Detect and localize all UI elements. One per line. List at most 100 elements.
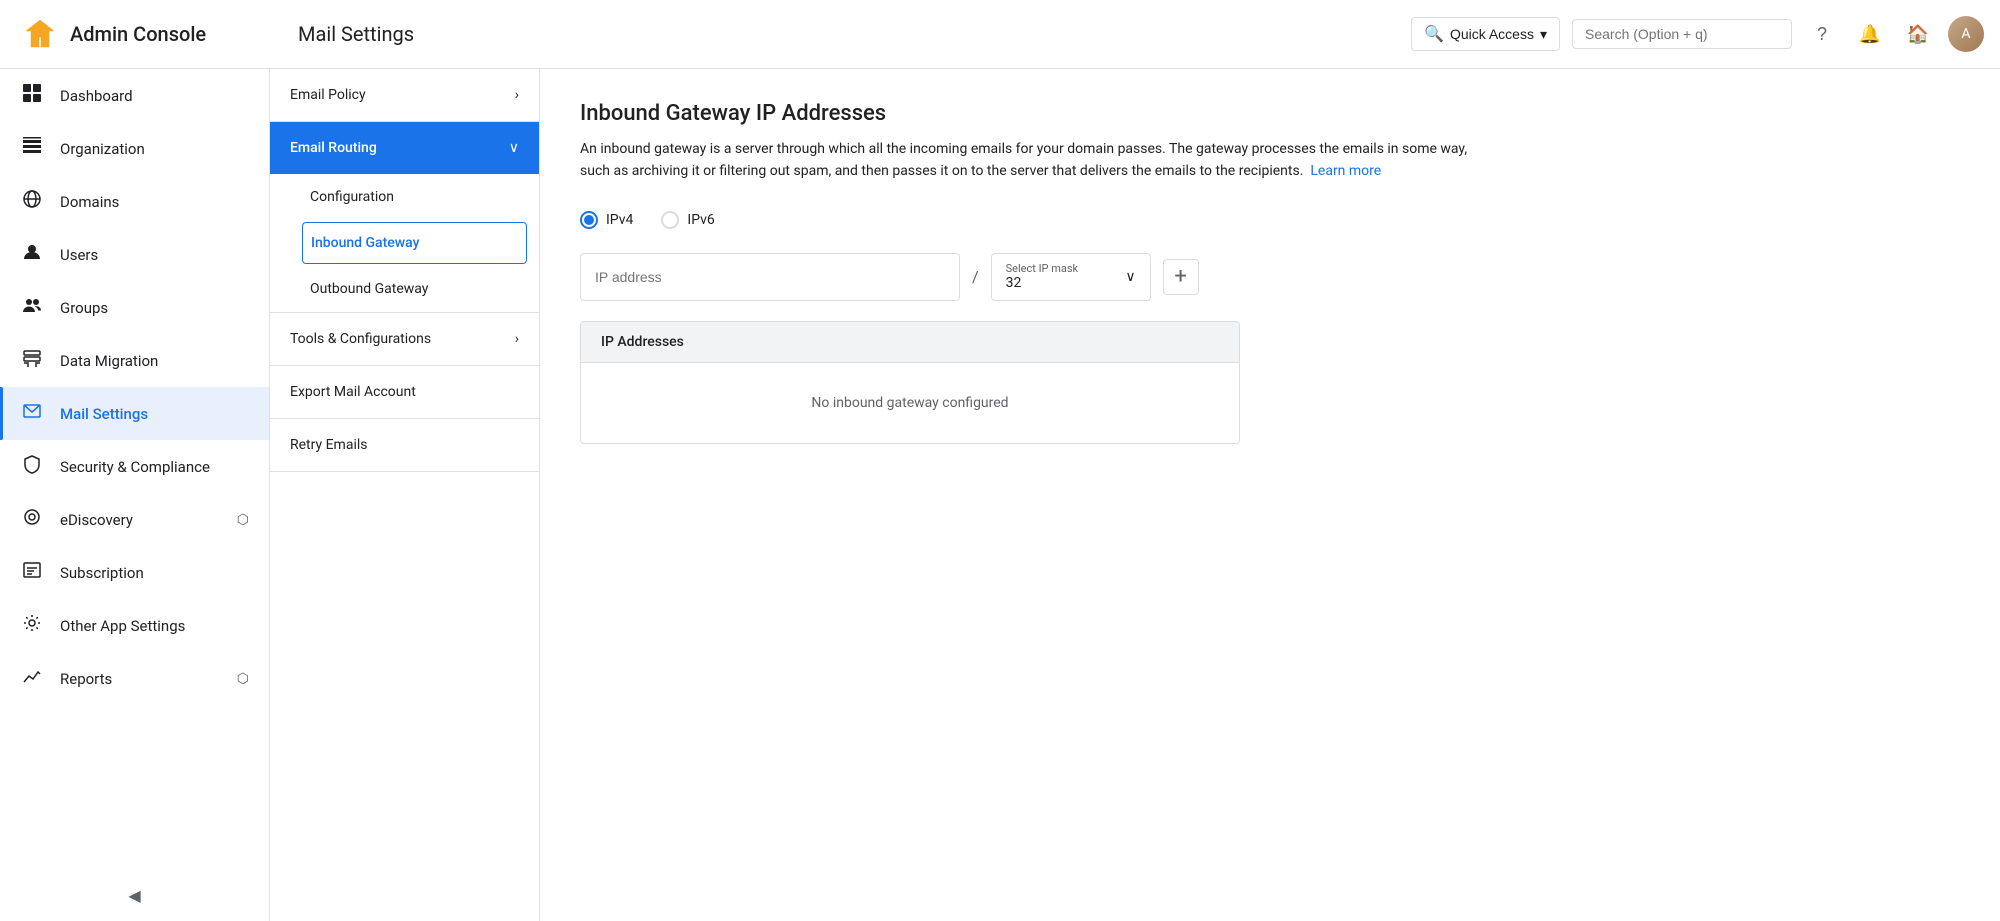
content-title: Inbound Gateway IP Addresses (580, 101, 1960, 126)
chevron-down-icon: ▾ (1540, 26, 1547, 43)
nav-item-retry-emails[interactable]: Retry Emails (270, 419, 539, 471)
nav-item-email-policy[interactable]: Email Policy › (270, 69, 539, 121)
configuration-label: Configuration (310, 189, 394, 205)
users-icon (20, 242, 44, 267)
ipv4-radio-dot (584, 215, 594, 225)
ip-address-input[interactable] (580, 253, 960, 301)
search-icon: 🔍 (1424, 24, 1444, 44)
page-title: Mail Settings (298, 22, 1399, 46)
plus-icon: + (1174, 264, 1186, 289)
external-link-icon: ⬡ (237, 671, 249, 687)
nav-section-email-routing: Email Routing ∨ Configuration Inbound Ga… (270, 122, 539, 313)
ip-mask-select-label: Select IP mask (1006, 262, 1079, 275)
ip-mask-dropdown[interactable]: Select IP mask 32 ∨ (991, 253, 1151, 301)
ipv4-radio-circle (580, 211, 598, 229)
avatar-initials: A (1961, 26, 1970, 42)
ip-mask-value: 32 (1006, 275, 1079, 291)
nav-sub-item-configuration[interactable]: Configuration (270, 174, 539, 220)
security-icon (20, 454, 44, 479)
help-button[interactable]: ? (1804, 16, 1840, 52)
ipv6-radio-option[interactable]: IPv6 (661, 211, 714, 229)
ip-mask-content: Select IP mask 32 (1006, 262, 1079, 291)
sidebar-item-reports[interactable]: Reports ⬡ (0, 652, 269, 705)
sidebar-item-label: Dashboard (60, 87, 249, 105)
second-nav: Email Policy › Email Routing ∨ Configura… (270, 69, 540, 921)
sidebar-item-label: Other App Settings (60, 617, 249, 635)
quick-access-button[interactable]: 🔍 Quick Access ▾ (1411, 17, 1560, 51)
sidebar-item-groups[interactable]: Groups (0, 281, 269, 334)
tools-configurations-label: Tools & Configurations (290, 331, 431, 347)
slash-separator: / (972, 267, 979, 286)
ipv6-label: IPv6 (687, 212, 714, 228)
home-button[interactable]: 🏠 (1900, 16, 1936, 52)
sidebar-item-data-migration[interactable]: Data Migration (0, 334, 269, 387)
reports-icon (20, 666, 44, 691)
domains-icon (20, 189, 44, 214)
chevron-right-icon: › (515, 331, 519, 347)
ip-input-row: / Select IP mask 32 ∨ + (580, 253, 1960, 301)
add-ip-button[interactable]: + (1163, 259, 1199, 295)
sidebar-item-subscription[interactable]: Subscription (0, 546, 269, 599)
nav-section-email-policy: Email Policy › (270, 69, 539, 122)
organization-icon (20, 136, 44, 161)
sidebar-item-label: Mail Settings (60, 405, 249, 423)
sidebar-item-label: Security & Compliance (60, 458, 249, 476)
external-link-icon: ⬡ (237, 512, 249, 528)
chevron-down-icon: ∨ (1125, 269, 1135, 285)
outbound-gateway-label: Outbound Gateway (310, 281, 428, 297)
other-settings-icon (20, 613, 44, 638)
ip-version-radio-group: IPv4 IPv6 (580, 211, 1960, 229)
sidebar-item-label: Subscription (60, 564, 249, 582)
learn-more-link[interactable]: Learn more (1310, 163, 1381, 179)
nav-section-export-mail-account: Export Mail Account (270, 366, 539, 419)
sidebar-collapse-button[interactable]: ◀ (0, 870, 269, 921)
groups-icon (20, 295, 44, 320)
notifications-button[interactable]: 🔔 (1852, 16, 1888, 52)
email-routing-label: Email Routing (290, 140, 377, 156)
sidebar-item-label: Organization (60, 140, 249, 158)
ediscovery-icon (20, 507, 44, 532)
header: Admin Console Mail Settings 🔍 Quick Acce… (0, 0, 2000, 69)
sidebar-item-domains[interactable]: Domains (0, 175, 269, 228)
ipv6-radio-circle (661, 211, 679, 229)
sidebar-item-security-compliance[interactable]: Security & Compliance (0, 440, 269, 493)
data-migration-icon (20, 348, 44, 373)
nav-sub-item-inbound-gateway[interactable]: Inbound Gateway (302, 222, 527, 264)
header-actions: 🔍 Quick Access ▾ ? 🔔 🏠 A (1411, 16, 1984, 52)
email-policy-label: Email Policy (290, 87, 366, 103)
subscription-icon (20, 560, 44, 585)
sidebar-item-organization[interactable]: Organization (0, 122, 269, 175)
sidebar-item-users[interactable]: Users (0, 228, 269, 281)
admin-logo-icon (20, 14, 60, 54)
sidebar-item-label: Data Migration (60, 352, 249, 370)
sidebar-item-mail-settings[interactable]: Mail Settings (0, 387, 269, 440)
content-area: Inbound Gateway IP Addresses An inbound … (540, 69, 2000, 921)
ip-table-empty-message: No inbound gateway configured (581, 363, 1239, 443)
nav-sub-item-outbound-gateway[interactable]: Outbound Gateway (270, 266, 539, 312)
sidebar-item-other-app-settings[interactable]: Other App Settings (0, 599, 269, 652)
nav-section-retry-emails: Retry Emails (270, 419, 539, 472)
sidebar-item-label: Reports (60, 670, 221, 688)
user-avatar[interactable]: A (1948, 16, 1984, 52)
ip-table-header: IP Addresses (581, 322, 1239, 363)
chevron-down-icon: ∨ (509, 140, 519, 156)
retry-emails-label: Retry Emails (290, 437, 367, 453)
nav-item-export-mail-account[interactable]: Export Mail Account (270, 366, 539, 418)
search-bar[interactable] (1572, 19, 1792, 49)
collapse-icon: ◀ (128, 886, 140, 905)
ipv4-radio-option[interactable]: IPv4 (580, 211, 633, 229)
ip-address-table: IP Addresses No inbound gateway configur… (580, 321, 1240, 444)
quick-access-label: Quick Access (1450, 26, 1534, 42)
logo-area: Admin Console (16, 14, 286, 54)
mail-settings-icon (20, 401, 44, 426)
ipv4-label: IPv4 (606, 212, 633, 228)
content-description: An inbound gateway is a server through w… (580, 138, 1480, 183)
nav-item-email-routing[interactable]: Email Routing ∨ (270, 122, 539, 174)
sidebar-item-dashboard[interactable]: Dashboard (0, 69, 269, 122)
search-input[interactable] (1585, 26, 1779, 42)
nav-item-tools-configurations[interactable]: Tools & Configurations › (270, 313, 539, 365)
sidebar-item-label: Domains (60, 193, 249, 211)
sidebar: Dashboard Organization Domains Users Gro (0, 69, 270, 921)
nav-section-tools-configurations: Tools & Configurations › (270, 313, 539, 366)
sidebar-item-ediscovery[interactable]: eDiscovery ⬡ (0, 493, 269, 546)
